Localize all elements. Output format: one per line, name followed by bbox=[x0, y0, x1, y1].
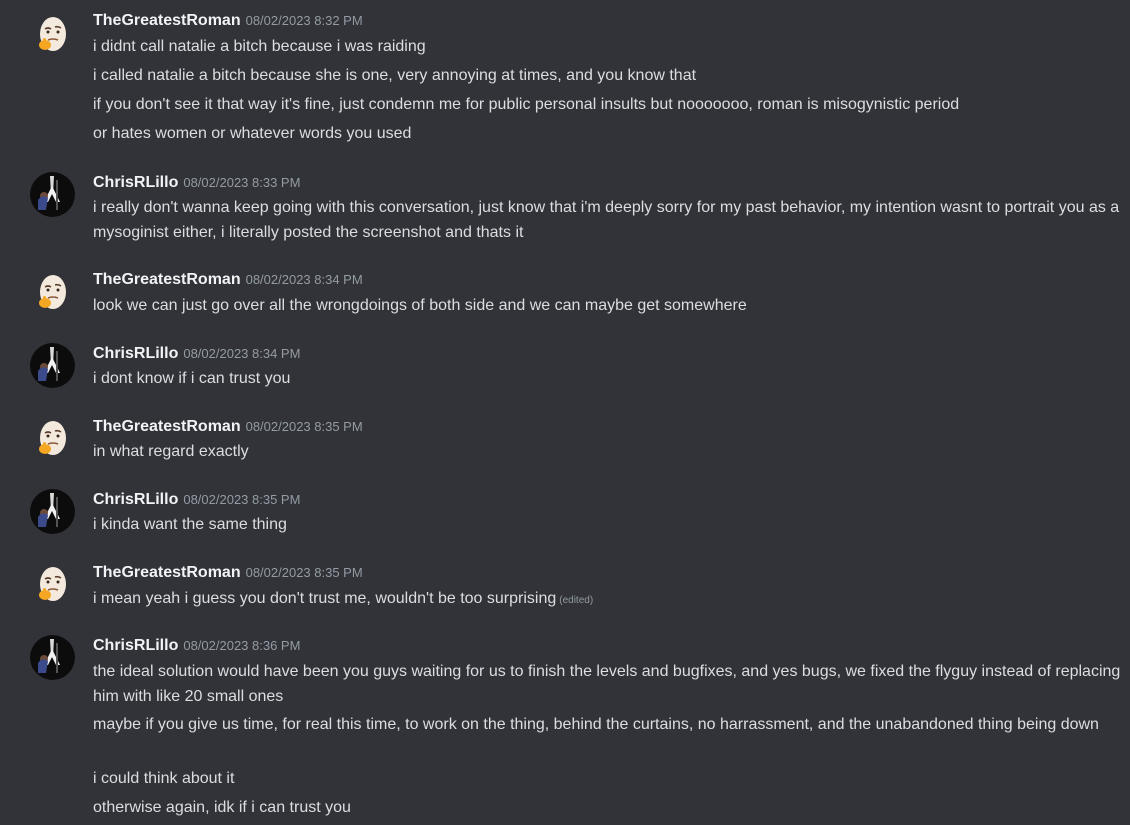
username[interactable]: TheGreatestRoman bbox=[93, 418, 241, 435]
message-text: in what regard exactly bbox=[93, 443, 249, 460]
message-text: i really don't wanna keep going with thi… bbox=[93, 199, 1120, 241]
message-text: i called natalie a bitch because she is … bbox=[93, 67, 697, 84]
guitarist-avatar-icon[interactable] bbox=[30, 635, 75, 680]
message-text: otherwise again, idk if i can trust you bbox=[93, 799, 351, 816]
timestamp: 08/02/2023 8:32 PM bbox=[245, 13, 363, 28]
thinking-egg-avatar-icon[interactable] bbox=[30, 416, 75, 461]
username[interactable]: TheGreatestRoman bbox=[93, 564, 241, 581]
guitarist-avatar-icon[interactable] bbox=[30, 489, 75, 534]
timestamp: 08/02/2023 8:34 PM bbox=[245, 272, 363, 287]
timestamp: 08/02/2023 8:35 PM bbox=[183, 492, 301, 507]
timestamp: 08/02/2023 8:35 PM bbox=[245, 419, 363, 434]
message-text: or hates women or whatever words you use… bbox=[93, 125, 412, 142]
username[interactable]: TheGreatestRoman bbox=[93, 12, 241, 29]
guitarist-avatar-icon[interactable] bbox=[30, 343, 75, 388]
thinking-egg-avatar-icon[interactable] bbox=[30, 270, 75, 315]
message-text: if you don't see it that way it's fine, … bbox=[93, 96, 960, 113]
username[interactable]: ChrisRLillo bbox=[93, 637, 178, 654]
username[interactable]: ChrisRLillo bbox=[93, 345, 178, 362]
timestamp: 08/02/2023 8:36 PM bbox=[183, 638, 301, 653]
guitarist-avatar-icon[interactable] bbox=[30, 172, 75, 217]
timestamp: 08/02/2023 8:35 PM bbox=[245, 565, 363, 580]
chat-message-list: TheGreatestRoman 08/02/2023 8:32 PM i did… bbox=[0, 0, 1130, 825]
message-text: maybe if you give us time, for real this… bbox=[93, 716, 1099, 733]
message-text: i kinda want the same thing bbox=[93, 516, 287, 533]
edited-indicator[interactable]: (edited) bbox=[559, 595, 593, 606]
message-text: i could think about it bbox=[93, 770, 235, 787]
thinking-egg-avatar-icon[interactable] bbox=[30, 12, 75, 57]
timestamp: 08/02/2023 8:33 PM bbox=[183, 175, 301, 190]
thinking-egg-avatar-icon[interactable] bbox=[30, 562, 75, 607]
username[interactable]: TheGreatestRoman bbox=[93, 271, 241, 288]
message-text: i mean yeah i guess you don't trust me, … bbox=[93, 590, 557, 607]
message-text: i didnt call natalie a bitch because i w… bbox=[93, 38, 426, 55]
username[interactable]: ChrisRLillo bbox=[93, 491, 178, 508]
username[interactable]: ChrisRLillo bbox=[93, 174, 178, 191]
timestamp: 08/02/2023 8:34 PM bbox=[183, 346, 301, 361]
message-text: i dont know if i can trust you bbox=[93, 370, 291, 387]
message-text: look we can just go over all the wrongdo… bbox=[93, 297, 747, 314]
message-text: the ideal solution would have been you g… bbox=[93, 663, 1121, 705]
message-row: i mean yeah i guess you don't trust me, … bbox=[93, 586, 1123, 613]
